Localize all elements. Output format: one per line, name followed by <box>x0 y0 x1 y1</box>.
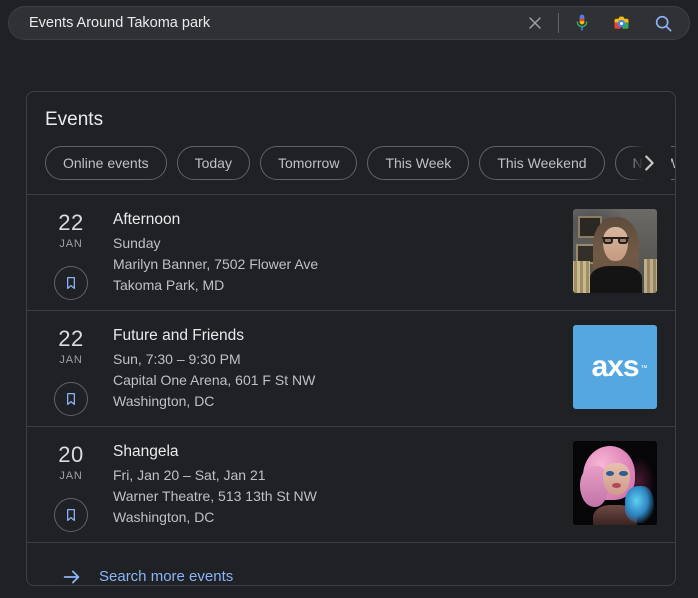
event-day: 22 <box>58 210 84 235</box>
event-city: Washington, DC <box>113 509 215 525</box>
arrow-right-icon <box>61 566 83 585</box>
search-more-events-link[interactable]: Search more events <box>27 543 675 585</box>
event-time: Sunday <box>113 235 161 251</box>
events-card-header: Events Online events Today Tomorrow This… <box>27 92 675 194</box>
event-month: JAN <box>59 238 83 250</box>
event-date: 20 JAN <box>45 441 97 532</box>
events-card: Events Online events Today Tomorrow This… <box>26 91 676 586</box>
event-date: 22 JAN <box>45 325 97 416</box>
page-title: Events <box>45 109 104 130</box>
event-title: Future and Friends <box>113 327 244 344</box>
event-list-item[interactable]: 22 JAN Future and Friends Sun, 7:30 – 9:… <box>27 311 675 426</box>
search-icon[interactable] <box>651 11 675 35</box>
microphone-icon[interactable] <box>569 10 595 36</box>
chip-today[interactable]: Today <box>176 146 250 180</box>
filter-chip-row[interactable]: Online events Today Tomorrow This Week T… <box>45 146 675 194</box>
chip-tomorrow[interactable]: Tomorrow <box>259 146 358 180</box>
chip-online-events[interactable]: Online events <box>45 146 167 180</box>
event-thumbnail <box>573 209 657 293</box>
bookmark-icon[interactable] <box>54 498 88 532</box>
event-city: Takoma Park, MD <box>113 277 225 293</box>
event-month: JAN <box>59 354 83 366</box>
event-month: JAN <box>59 470 83 482</box>
close-icon[interactable] <box>522 10 548 36</box>
event-details: Future and Friends Sun, 7:30 – 9:30 PM C… <box>97 325 561 412</box>
event-venue: Capital One Arena, 601 F St NW <box>113 372 316 388</box>
trademark-symbol: ™ <box>640 365 648 372</box>
chip-this-weekend[interactable]: This Weekend <box>479 146 605 180</box>
search-more-events-label: Search more events <box>99 568 234 585</box>
event-date: 22 JAN <box>45 209 97 300</box>
event-thumbnail: axs ™ <box>573 325 657 409</box>
event-thumbnail <box>573 441 657 525</box>
search-bar-container: Events Around Takoma park <box>8 6 690 40</box>
search-bar[interactable]: Events Around Takoma park <box>8 6 690 40</box>
axs-logo-text: axs <box>591 350 639 383</box>
event-list-item[interactable]: 22 JAN Afternoon Sunday Marilyn Banner, … <box>27 195 675 310</box>
bookmark-icon[interactable] <box>54 382 88 416</box>
event-day: 20 <box>58 442 84 467</box>
google-lens-icon[interactable] <box>609 11 633 35</box>
chip-this-week[interactable]: This Week <box>367 146 470 180</box>
event-list-item[interactable]: 20 JAN Shangela Fri, Jan 20 – Sat, Jan 2… <box>27 427 675 542</box>
event-time: Fri, Jan 20 – Sat, Jan 21 <box>113 467 266 483</box>
event-day: 22 <box>58 326 84 351</box>
event-details: Afternoon Sunday Marilyn Banner, 7502 Fl… <box>97 209 561 296</box>
event-details: Shangela Fri, Jan 20 – Sat, Jan 21 Warne… <box>97 441 561 528</box>
event-time: Sun, 7:30 – 9:30 PM <box>113 351 241 367</box>
chevron-right-icon[interactable] <box>627 146 671 180</box>
event-title: Shangela <box>113 443 179 460</box>
event-city: Washington, DC <box>113 393 215 409</box>
event-title: Afternoon <box>113 211 181 228</box>
event-venue: Marilyn Banner, 7502 Flower Ave <box>113 256 319 272</box>
search-input[interactable]: Events Around Takoma park <box>29 14 522 32</box>
event-venue: Warner Theatre, 513 13th St NW <box>113 488 317 504</box>
search-divider <box>558 13 559 33</box>
bookmark-icon[interactable] <box>54 266 88 300</box>
